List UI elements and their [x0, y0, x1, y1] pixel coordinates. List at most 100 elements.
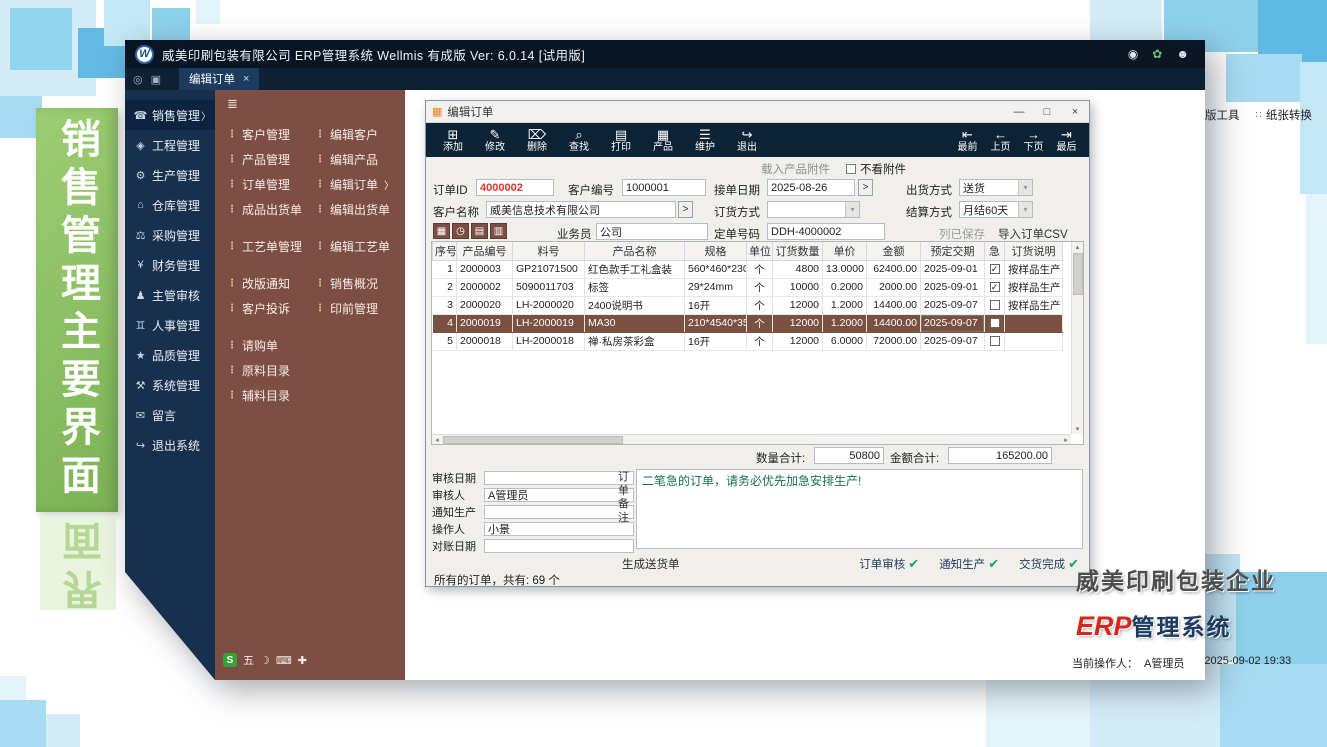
flag-item[interactable]: 交货完成✔: [1019, 556, 1079, 572]
sidebar-item-gear[interactable]: ⚙生产管理: [125, 160, 215, 190]
table-row[interactable]: 42000019LH-2000019MA30210*4540*354个12000…: [433, 314, 1063, 332]
order-method-select[interactable]: [767, 201, 860, 218]
submenu-item[interactable]: ⋮改版通知: [227, 275, 315, 292]
make-delivery-link[interactable]: 生成送货单: [622, 556, 680, 572]
user-icon[interactable]: ☻: [1176, 47, 1189, 61]
column-header[interactable]: 单价: [823, 242, 867, 260]
bg-toolbar-item[interactable]: ∷纸张转换: [1256, 107, 1312, 123]
urgent-checkbox[interactable]: ✓: [990, 282, 1000, 292]
toolbar-search-button[interactable]: ⌕查找: [558, 123, 600, 157]
column-header[interactable]: 订货数量: [773, 242, 823, 260]
ime-icon[interactable]: ✚: [298, 654, 307, 667]
toolbar-product-button[interactable]: ▦产品: [642, 123, 684, 157]
sidebar-item-layers[interactable]: ◈工程管理: [125, 130, 215, 160]
quick-clock-button[interactable]: ◷: [452, 223, 469, 239]
table-horizontal-scrollbar[interactable]: ◂ ▸: [432, 434, 1071, 444]
sidebar-item-yen[interactable]: ¥财务管理: [125, 250, 215, 280]
nav-first-button[interactable]: ⇤最前: [951, 123, 984, 157]
flag-item[interactable]: 订单审核✔: [859, 556, 919, 572]
window-icon[interactable]: ◎: [133, 74, 143, 86]
tab-edit-order[interactable]: 编辑订单 ×: [179, 68, 259, 90]
nav-prev-button[interactable]: ←上页: [984, 123, 1017, 157]
customer-lookup-button[interactable]: >: [678, 201, 693, 218]
submenu-item[interactable]: ⋮原料目录: [227, 362, 315, 379]
ime-logo[interactable]: S: [223, 653, 237, 667]
review-input[interactable]: [484, 471, 634, 485]
order-date-picker-button[interactable]: >: [858, 179, 873, 196]
submenu-item[interactable]: ⋮编辑出货单: [315, 201, 390, 218]
vscroll-thumb[interactable]: [1073, 253, 1083, 295]
urgent-checkbox[interactable]: [990, 300, 1000, 310]
bg-toolbar-item[interactable]: 版工具: [1205, 107, 1240, 123]
import-csv-link[interactable]: 导入订单CSV: [998, 226, 1068, 242]
scroll-right-icon[interactable]: ▸: [1061, 436, 1071, 444]
submenu-item[interactable]: ⋮产品管理: [227, 151, 315, 168]
submenu-item[interactable]: ⋮成品出货单: [227, 201, 315, 218]
hide-attachment-checkbox[interactable]: [846, 164, 856, 174]
amount-total-input[interactable]: [948, 447, 1052, 464]
skin-icon[interactable]: ✿: [1152, 47, 1162, 61]
minimize-button[interactable]: —: [1005, 101, 1033, 122]
sidebar-item-award[interactable]: ★品质管理: [125, 340, 215, 370]
sidebar-item-home[interactable]: ⌂仓库管理: [125, 190, 215, 220]
order-date-input[interactable]: [767, 179, 855, 196]
submenu-item[interactable]: ⋮工艺单管理: [227, 238, 315, 255]
column-header[interactable]: 金额: [867, 242, 921, 260]
table-row[interactable]: 220000025090011703标签29*24mm个100000.20002…: [433, 278, 1063, 296]
nav-last-button[interactable]: ⇥最后: [1050, 123, 1083, 157]
sidebar-item-phone[interactable]: ☎销售管理〉: [125, 100, 215, 130]
tab-close-icon[interactable]: ×: [243, 73, 249, 85]
dialog-titlebar[interactable]: ▦ 编辑订单 — □ ×: [426, 101, 1089, 123]
review-input[interactable]: [484, 539, 634, 553]
toolbar-print-button[interactable]: ▤打印: [600, 123, 642, 157]
column-header[interactable]: 规格: [685, 242, 747, 260]
submenu-item[interactable]: ⋮客户管理: [227, 126, 315, 143]
column-header[interactable]: 订货说明: [1005, 242, 1063, 260]
urgent-checkbox[interactable]: [990, 336, 1000, 346]
qty-total-input[interactable]: [814, 447, 884, 464]
scroll-down-icon[interactable]: ▾: [1072, 424, 1083, 434]
table-row[interactable]: 52000018LH-2000018禅·私房茶彩盒16开个120006.0000…: [433, 332, 1063, 350]
submenu-item[interactable]: ⋮印前管理: [315, 300, 378, 317]
columns-saved-link[interactable]: 列已保存: [939, 226, 985, 242]
column-header[interactable]: 预定交期: [921, 242, 985, 260]
submenu-item[interactable]: ⋮编辑客户: [315, 126, 378, 143]
submenu-item[interactable]: ⋮编辑工艺单: [315, 238, 390, 255]
submenu-item[interactable]: ⋮客户投诉: [227, 300, 315, 317]
urgent-checkbox[interactable]: ✓: [990, 264, 1000, 274]
ship-method-select[interactable]: [959, 179, 1033, 196]
info-icon[interactable]: ◉: [1128, 47, 1138, 61]
toolbar-maintain-button[interactable]: ☰维护: [684, 123, 726, 157]
toolbar-exit-button[interactable]: ↪退出: [726, 123, 768, 157]
column-header[interactable]: 产品编号: [457, 242, 513, 260]
maximize-button[interactable]: □: [1033, 101, 1061, 122]
close-button[interactable]: ×: [1061, 101, 1089, 122]
scroll-left-icon[interactable]: ◂: [432, 436, 442, 444]
nav-next-button[interactable]: →下页: [1017, 123, 1050, 157]
customer-no-input[interactable]: [622, 179, 706, 196]
review-input[interactable]: [484, 505, 634, 519]
submenu-item[interactable]: ⋮编辑产品: [315, 151, 378, 168]
sidebar-item-people[interactable]: ♊人事管理: [125, 310, 215, 340]
quick-list-button[interactable]: ▤: [471, 223, 488, 239]
order-code-input[interactable]: [767, 223, 885, 240]
table-row[interactable]: 32000020LH-20000202400说明书16开个120001.2000…: [433, 296, 1063, 314]
hscroll-thumb[interactable]: [443, 436, 623, 444]
quick-calendar-button[interactable]: ▦: [433, 223, 450, 239]
hide-attachment-option[interactable]: 不看附件: [846, 161, 906, 177]
ime-icon[interactable]: ⌨: [276, 654, 292, 667]
toolbar-del-button[interactable]: ⌦删除: [516, 123, 558, 157]
ime-icon[interactable]: 五: [243, 652, 254, 668]
submenu-item[interactable]: ⋮辅料目录: [227, 387, 315, 404]
flag-item[interactable]: 通知生产✔: [939, 556, 999, 572]
column-header[interactable]: 单位: [747, 242, 773, 260]
grid-icon[interactable]: ▣: [151, 74, 161, 86]
sidebar-item-exit[interactable]: ↪退出系统: [125, 430, 215, 460]
salesman-input[interactable]: [596, 223, 708, 240]
submenu-item[interactable]: ⋮订单管理: [227, 176, 315, 193]
remark-textarea[interactable]: 二笔急的订单，请务必优先加急安排生产!: [636, 469, 1083, 549]
table-vertical-scrollbar[interactable]: ▴ ▾: [1071, 242, 1083, 434]
urgent-checkbox[interactable]: [990, 318, 1000, 328]
column-header[interactable]: 产品名称: [585, 242, 685, 260]
toolbar-add-button[interactable]: ⊞添加: [432, 123, 474, 157]
